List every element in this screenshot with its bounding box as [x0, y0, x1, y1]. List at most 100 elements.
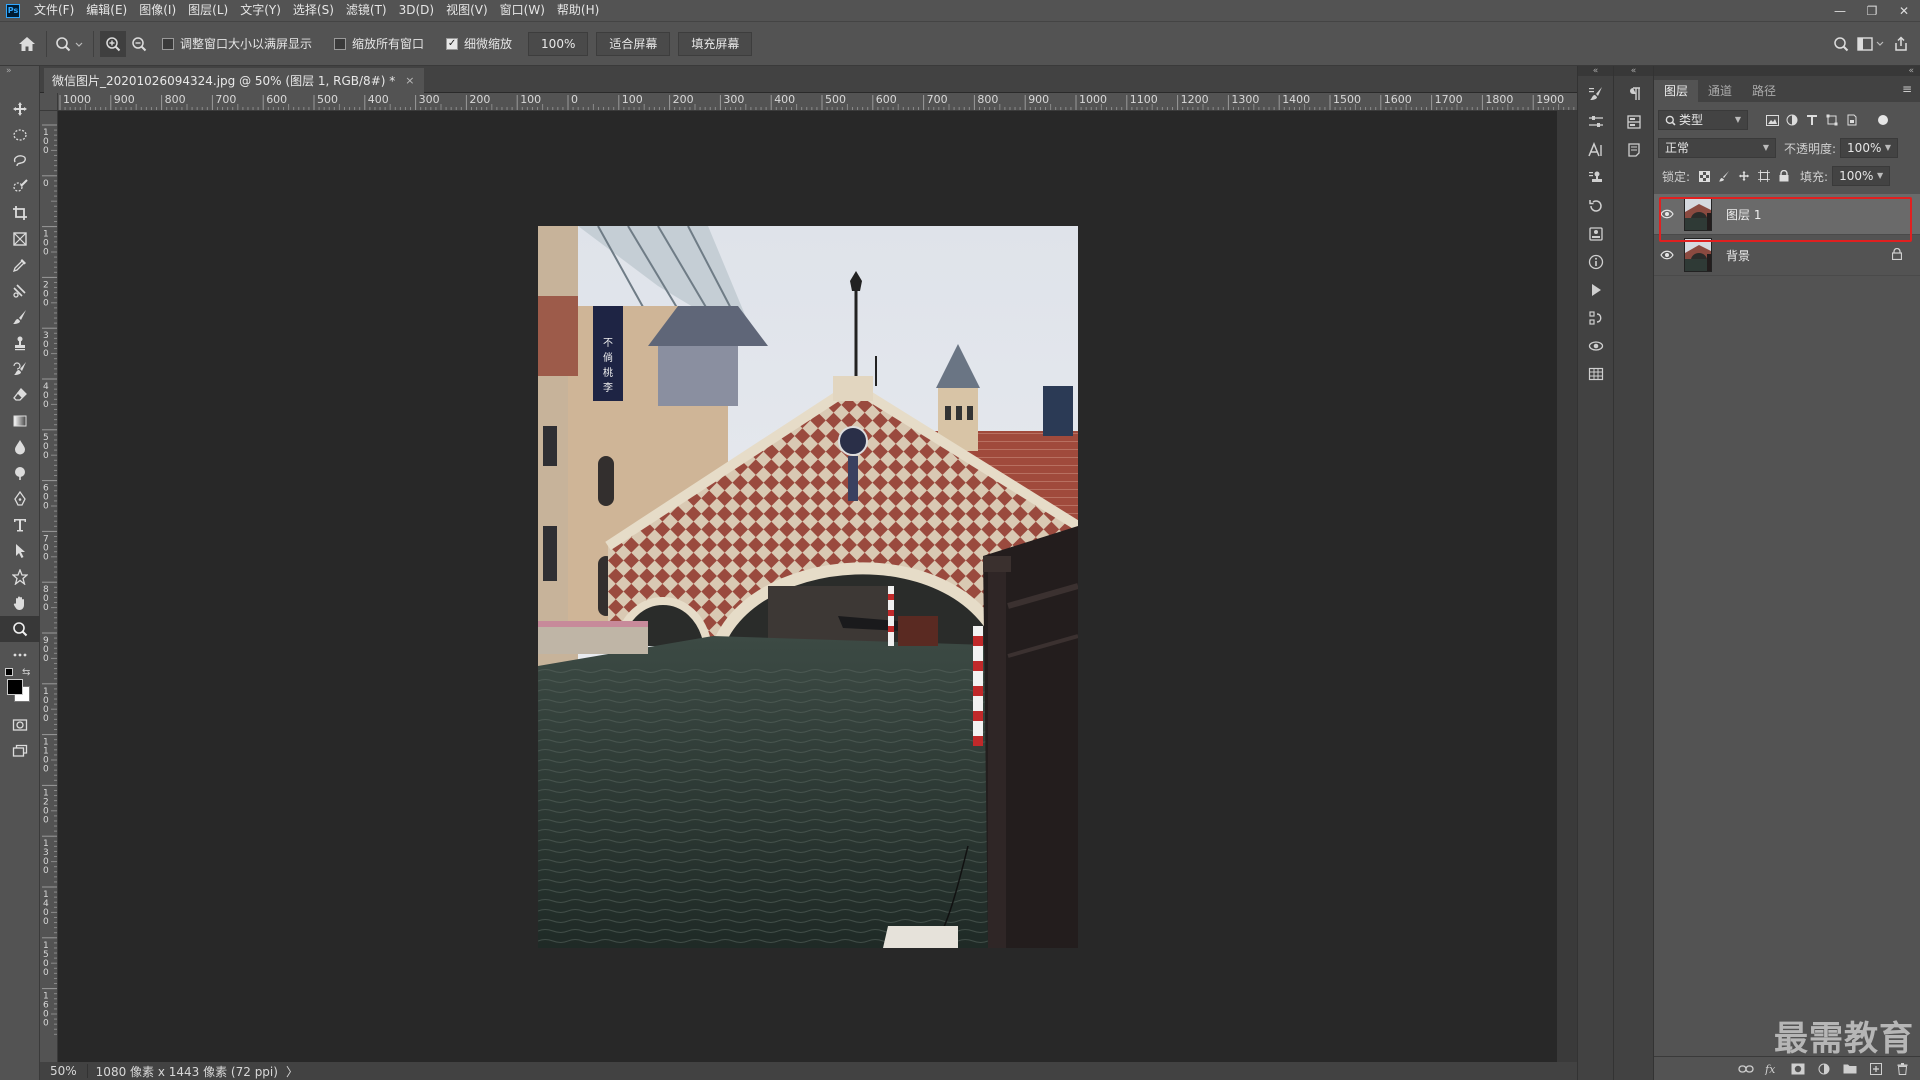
type-tool-icon[interactable]: [0, 512, 40, 538]
filter-toggle-icon[interactable]: [1878, 115, 1888, 125]
layer-row-background[interactable]: 背景: [1654, 235, 1920, 276]
zoom-all-checkbox[interactable]: [334, 37, 347, 50]
history-brush-tool-icon[interactable]: [0, 356, 40, 382]
paragraph-icon[interactable]: [1614, 80, 1654, 108]
share-icon[interactable]: [1888, 31, 1914, 57]
menu-file[interactable]: 文件(F): [28, 0, 80, 21]
scrubby-zoom-option[interactable]: ✓ 细微缩放: [446, 35, 512, 52]
lock-position-icon[interactable]: [1734, 166, 1754, 186]
menu-select[interactable]: 选择(S): [287, 0, 340, 21]
menu-image[interactable]: 图像(I): [133, 0, 182, 21]
home-icon[interactable]: [14, 31, 40, 57]
quick-selection-tool-icon[interactable]: [0, 174, 40, 200]
shape-tool-icon[interactable]: [0, 564, 40, 590]
tab-layers[interactable]: 图层: [1654, 80, 1699, 102]
path-selection-tool-icon[interactable]: [0, 538, 40, 564]
dock-collapse-icon[interactable]: «: [1614, 66, 1653, 76]
new-adjustment-layer-icon[interactable]: [1811, 1059, 1837, 1079]
menu-layer[interactable]: 图层(L): [182, 0, 234, 21]
filter-shape-icon[interactable]: [1822, 110, 1842, 130]
layer-lock-icon[interactable]: [1892, 248, 1902, 260]
foreground-color-swatch[interactable]: [7, 679, 23, 695]
minimize-button[interactable]: —: [1824, 0, 1856, 21]
character-icon[interactable]: [1578, 136, 1614, 164]
menu-window[interactable]: 窗口(W): [494, 0, 551, 21]
move-tool-icon[interactable]: [0, 96, 40, 122]
filter-kind-select[interactable]: 类型 ▼: [1658, 110, 1748, 130]
menu-type[interactable]: 文字(Y): [234, 0, 287, 21]
marquee-tool-icon[interactable]: [0, 122, 40, 148]
restore-button[interactable]: ❐: [1856, 0, 1888, 21]
status-menu-arrow-icon[interactable]: 〉: [286, 1063, 298, 1080]
resize-windows-option[interactable]: 调整窗口大小以满屏显示: [162, 35, 312, 52]
paths-icon[interactable]: [1578, 304, 1614, 332]
swap-colors-icon[interactable]: ⇆: [22, 667, 30, 678]
panel-collapse-icon[interactable]: «: [1654, 66, 1920, 76]
filter-adjustment-icon[interactable]: [1782, 110, 1802, 130]
properties-icon[interactable]: [1578, 220, 1614, 248]
blur-tool-icon[interactable]: [0, 434, 40, 460]
scrubby-zoom-checkbox[interactable]: ✓: [446, 37, 459, 50]
search-icon[interactable]: [1828, 31, 1854, 57]
opacity-field[interactable]: 100% ▼: [1840, 138, 1899, 158]
panel-menu-icon[interactable]: ≡: [1902, 82, 1912, 96]
fill-field[interactable]: 100% ▼: [1832, 166, 1891, 186]
document-tab[interactable]: 微信图片_20201026094324.jpg @ 50% (图层 1, RGB…: [44, 68, 425, 93]
menu-help[interactable]: 帮助(H): [551, 0, 605, 21]
link-layers-icon[interactable]: [1733, 1059, 1759, 1079]
notes-icon[interactable]: [1614, 136, 1654, 164]
canvas-area[interactable]: 不 倘 桃 李: [58, 111, 1577, 1062]
clone-stamp-tool-icon[interactable]: [0, 330, 40, 356]
toolbar-collapse[interactable]: »: [0, 66, 39, 76]
close-window-button[interactable]: ✕: [1888, 0, 1920, 21]
zoom-tool-icon[interactable]: [0, 616, 40, 642]
visibility-eye-icon[interactable]: [1654, 194, 1680, 235]
lasso-tool-icon[interactable]: [0, 148, 40, 174]
horizontal-ruler[interactable]: 1000 900 800 700 600 500 400 300 200 100 0 100 200 30…: [58, 93, 1577, 111]
gradient-tool-icon[interactable]: [0, 408, 40, 434]
layer-style-icon[interactable]: fx: [1759, 1059, 1785, 1079]
vertical-ruler[interactable]: 1000100200300400500600700800900100011001…: [40, 111, 58, 1062]
table-icon[interactable]: [1578, 360, 1614, 388]
fill-screen-button[interactable]: 填充屏幕: [678, 31, 753, 56]
zoom-in-icon[interactable]: [100, 30, 126, 57]
zoom-all-option[interactable]: 缩放所有窗口: [334, 35, 424, 52]
libraries-icon[interactable]: [1614, 108, 1654, 136]
document-image[interactable]: 不 倘 桃 李: [538, 226, 1078, 948]
layer-name[interactable]: 背景: [1726, 247, 1750, 264]
screen-mode-icon[interactable]: [0, 738, 40, 764]
new-layer-icon[interactable]: [1863, 1059, 1889, 1079]
brush-tool-icon[interactable]: [0, 304, 40, 330]
blend-mode-select[interactable]: 正常 ▼: [1658, 138, 1776, 158]
history-icon[interactable]: [1578, 192, 1614, 220]
zoom-tool-preset-icon[interactable]: [53, 31, 87, 57]
visibility-eye-icon[interactable]: [1654, 235, 1680, 276]
actions-icon[interactable]: [1578, 276, 1614, 304]
zoom-out-icon[interactable]: [126, 31, 152, 57]
pen-tool-icon[interactable]: [0, 486, 40, 512]
3d-icon[interactable]: [1578, 332, 1614, 360]
healing-brush-tool-icon[interactable]: [0, 278, 40, 304]
clone-source-icon[interactable]: [1578, 164, 1614, 192]
menu-3d[interactable]: 3D(D): [393, 0, 440, 21]
close-tab-icon[interactable]: ×: [405, 74, 414, 87]
info-icon[interactable]: [1578, 248, 1614, 276]
resize-windows-checkbox[interactable]: [162, 37, 174, 50]
filter-pixel-icon[interactable]: [1762, 110, 1782, 130]
filter-smart-object-icon[interactable]: [1842, 110, 1862, 130]
crop-tool-icon[interactable]: [0, 200, 40, 226]
menu-edit[interactable]: 编辑(E): [80, 0, 133, 21]
lock-pixels-icon[interactable]: [1714, 166, 1734, 186]
zoom-100-button[interactable]: 100%: [528, 31, 589, 56]
default-colors-icon[interactable]: [5, 668, 13, 676]
menu-view[interactable]: 视图(V): [440, 0, 494, 21]
new-group-icon[interactable]: [1837, 1059, 1863, 1079]
adjustments-icon[interactable]: [1578, 108, 1614, 136]
tab-channels[interactable]: 通道: [1698, 80, 1742, 102]
delete-layer-icon[interactable]: [1889, 1059, 1915, 1079]
filter-type-icon[interactable]: [1802, 110, 1822, 130]
more-tools-icon[interactable]: [0, 642, 40, 668]
quick-mask-icon[interactable]: [0, 712, 40, 738]
dodge-tool-icon[interactable]: [0, 460, 40, 486]
lock-all-icon[interactable]: [1774, 166, 1794, 186]
